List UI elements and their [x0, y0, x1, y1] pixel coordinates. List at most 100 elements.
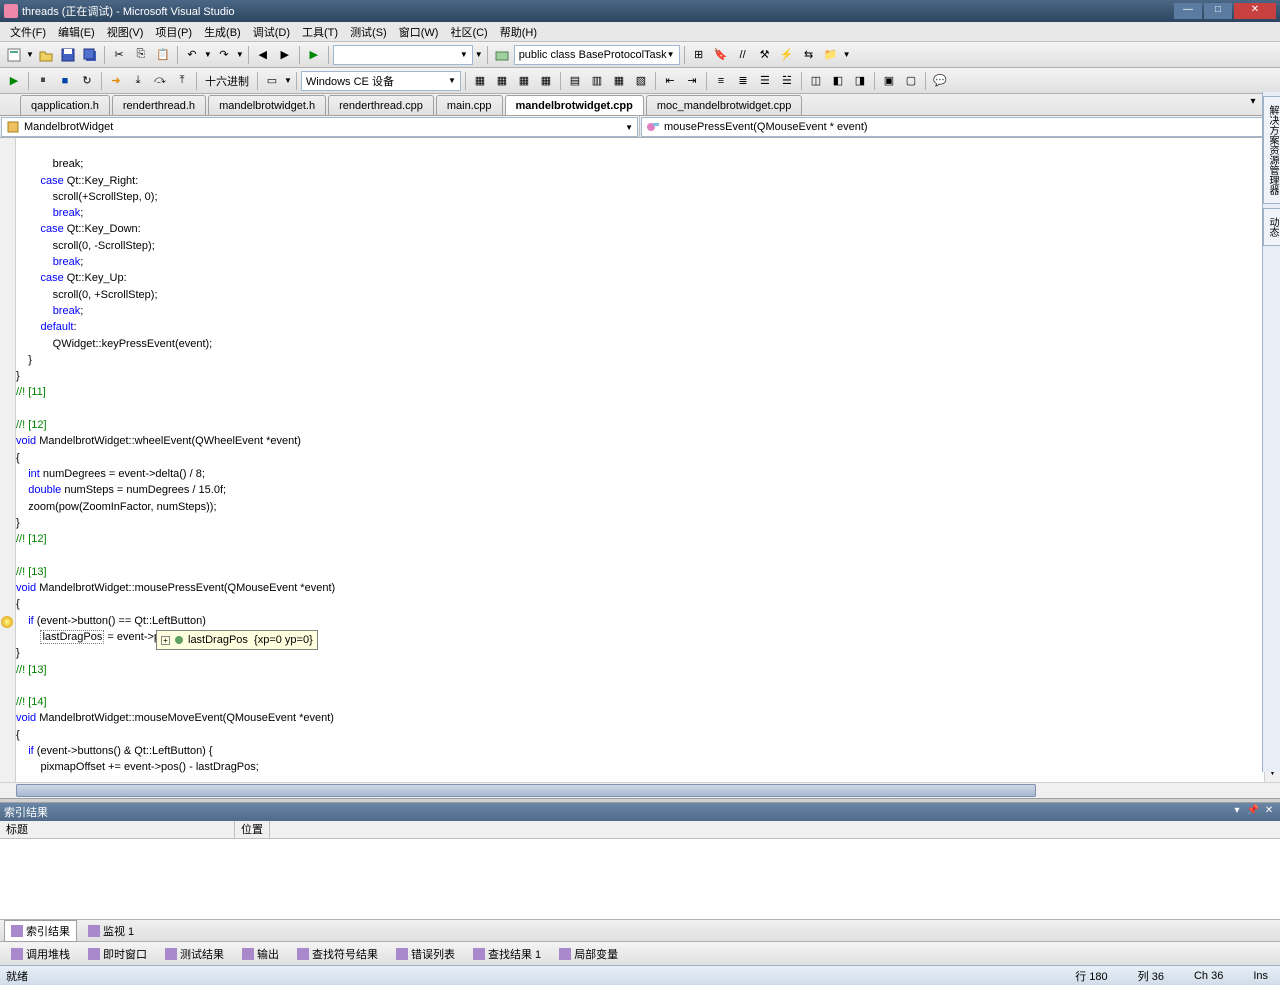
pause-icon[interactable]: ⏸ [33, 71, 53, 91]
continue-icon[interactable]: ▶ [4, 71, 24, 91]
cut-icon[interactable]: ✂ [109, 45, 129, 65]
stop-icon[interactable]: ■ [55, 71, 75, 91]
misc-4-icon[interactable]: ▣ [879, 71, 899, 91]
bottom-tab[interactable]: 监视 1 [81, 920, 141, 942]
index-panel-header: 索引结果 ▾ 📌 ✕ [0, 803, 1280, 821]
menu-t[interactable]: 工具(T) [296, 24, 344, 40]
misc-6-icon[interactable]: 💬 [930, 71, 950, 91]
status-tab[interactable]: 调用堆栈 [4, 943, 77, 965]
switch-icon[interactable]: ⇆ [799, 45, 819, 65]
menu-h[interactable]: 帮助(H) [494, 24, 543, 40]
misc-2-icon[interactable]: ◧ [828, 71, 848, 91]
menu-b[interactable]: 生成(B) [198, 24, 247, 40]
redo-icon[interactable]: ↷ [214, 45, 234, 65]
new-project-icon[interactable] [4, 45, 24, 65]
class-combo[interactable]: MandelbrotWidget ▼ [1, 117, 638, 137]
run-icon[interactable]: ▶ [304, 45, 324, 65]
comment-icon[interactable]: // [733, 45, 753, 65]
status-tab[interactable]: 局部变量 [552, 943, 625, 965]
bookmark-icon[interactable]: 🔖 [711, 45, 731, 65]
device-1-icon[interactable]: ▦ [470, 71, 490, 91]
status-tab[interactable]: 查找结果 1 [466, 943, 548, 965]
nav-back-icon[interactable]: ◀ [253, 45, 273, 65]
code-editor[interactable]: break; case Qt::Key_Right: scroll(+Scrol… [0, 138, 1280, 782]
menu-f[interactable]: 文件(F) [4, 24, 52, 40]
grid-4-icon[interactable]: ▧ [631, 71, 651, 91]
panel-dropdown-icon[interactable]: ▾ [1230, 805, 1244, 819]
doc-tab[interactable]: main.cpp [436, 95, 503, 115]
show-next-icon[interactable]: ➜ [106, 71, 126, 91]
menu-e[interactable]: 编辑(E) [52, 24, 101, 40]
tool-icon[interactable]: ⚒ [755, 45, 775, 65]
save-icon[interactable] [58, 45, 78, 65]
find-combo[interactable]: ▼ [333, 45, 473, 65]
panel-close-icon[interactable]: ✕ [1262, 805, 1276, 819]
status-tab[interactable]: 输出 [235, 943, 286, 965]
bottom-tab[interactable]: 索引结果 [4, 920, 77, 942]
maximize-button[interactable]: □ [1204, 3, 1232, 19]
index-col-title[interactable]: 标题 [0, 821, 235, 838]
menu-s[interactable]: 测试(S) [344, 24, 393, 40]
grid-2-icon[interactable]: ▥ [587, 71, 607, 91]
paste-icon[interactable]: 📋 [153, 45, 173, 65]
copy-icon[interactable]: ⎘ [131, 45, 151, 65]
side-tab-dynamic[interactable]: 动态 [1263, 208, 1280, 246]
menu-d[interactable]: 调试(D) [247, 24, 296, 40]
step-over-icon[interactable]: ⤼ [150, 71, 170, 91]
grid-3-icon[interactable]: ▦ [609, 71, 629, 91]
align-2-icon[interactable]: ≣ [733, 71, 753, 91]
device-4-icon[interactable]: ▦ [536, 71, 556, 91]
breakpoint-icon[interactable] [1, 616, 13, 628]
align-3-icon[interactable]: ☰ [755, 71, 775, 91]
side-tab-solution[interactable]: 解决方案资源管理器 [1263, 96, 1280, 204]
debug-datatip[interactable]: + lastDragPos {xp=0 yp=0} [156, 630, 318, 650]
indent-in-icon[interactable]: ⇥ [682, 71, 702, 91]
editor-hscroll[interactable] [0, 782, 1280, 798]
explorer-icon[interactable]: 📁 [821, 45, 841, 65]
misc-5-icon[interactable]: ▢ [901, 71, 921, 91]
doc-tab[interactable]: moc_mandelbrotwidget.cpp [646, 95, 803, 115]
misc-3-icon[interactable]: ◨ [850, 71, 870, 91]
save-all-icon[interactable] [80, 45, 100, 65]
step-into-icon[interactable]: ⤓ [128, 71, 148, 91]
output-icon[interactable]: ▭ [262, 71, 282, 91]
device-2-icon[interactable]: ▦ [492, 71, 512, 91]
doc-tab[interactable]: mandelbrotwidget.cpp [505, 95, 644, 115]
expand-icon[interactable]: + [161, 636, 170, 645]
nav-fwd-icon[interactable]: ▶ [275, 45, 295, 65]
status-tab[interactable]: 查找符号结果 [290, 943, 385, 965]
breakpoint-gutter[interactable] [0, 138, 16, 782]
menu-p[interactable]: 项目(P) [149, 24, 198, 40]
close-button[interactable]: ✕ [1234, 3, 1276, 19]
status-tab[interactable]: 即时窗口 [81, 943, 154, 965]
doc-tab[interactable]: renderthread.cpp [328, 95, 434, 115]
panel-pin-icon[interactable]: 📌 [1246, 805, 1260, 819]
misc-1-icon[interactable]: ◫ [806, 71, 826, 91]
align-1-icon[interactable]: ≡ [711, 71, 731, 91]
menu-w[interactable]: 窗口(W) [393, 24, 445, 40]
undo-icon[interactable]: ↶ [182, 45, 202, 65]
device-3-icon[interactable]: ▦ [514, 71, 534, 91]
align-4-icon[interactable]: ☱ [777, 71, 797, 91]
bolt-icon[interactable]: ⚡ [777, 45, 797, 65]
restart-icon[interactable]: ↻ [77, 71, 97, 91]
step-out-icon[interactable]: ⤒ [172, 71, 192, 91]
minimize-button[interactable]: — [1174, 3, 1202, 19]
window-icon[interactable]: ⊞ [689, 45, 709, 65]
menu-v[interactable]: 视图(V) [101, 24, 150, 40]
doc-tab[interactable]: mandelbrotwidget.h [208, 95, 326, 115]
menu-c[interactable]: 社区(C) [444, 24, 493, 40]
open-icon[interactable] [36, 45, 56, 65]
doc-tab[interactable]: qapplication.h [20, 95, 110, 115]
status-tab[interactable]: 错误列表 [389, 943, 462, 965]
member-combo[interactable]: mousePressEvent(QMouseEvent * event) ▼ [641, 117, 1278, 137]
status-tab[interactable]: 测试结果 [158, 943, 231, 965]
scope-combo[interactable]: public class BaseProtocolTask▼ [514, 45, 680, 65]
tab-dropdown-icon[interactable]: ▾ [1246, 96, 1260, 110]
indent-out-icon[interactable]: ⇤ [660, 71, 680, 91]
grid-1-icon[interactable]: ▤ [565, 71, 585, 91]
doc-tab[interactable]: renderthread.h [112, 95, 206, 115]
index-col-location[interactable]: 位置 [235, 821, 270, 838]
platform-combo[interactable]: Windows CE 设备▼ [301, 71, 461, 91]
hex-toggle[interactable]: 十六进制 [201, 73, 253, 89]
